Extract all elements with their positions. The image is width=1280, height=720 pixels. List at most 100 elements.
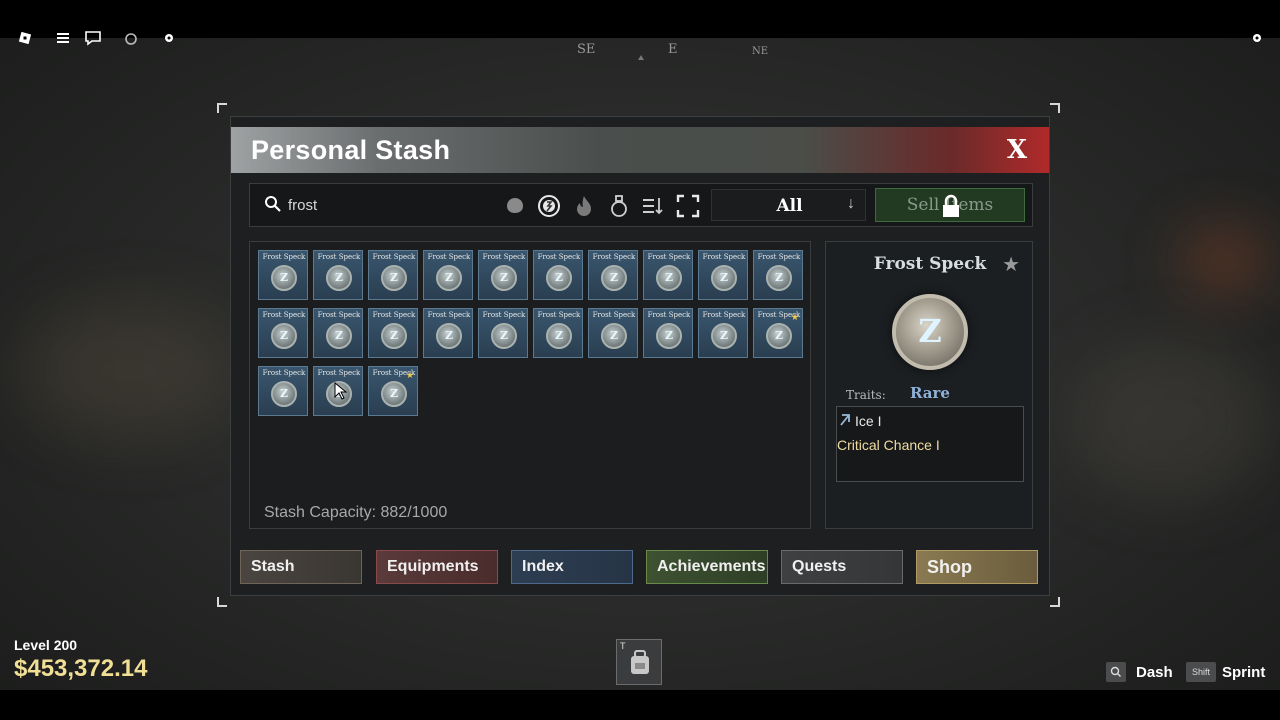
tab-quests[interactable]: Quests (781, 550, 903, 584)
rarity-filter-select[interactable]: All ↓ (711, 189, 866, 221)
hotbar-key: T (620, 641, 626, 651)
stash-slot[interactable]: Frost Speck (643, 250, 693, 300)
favorite-star-icon: ★ (790, 312, 799, 322)
mouse-cursor-icon (334, 382, 348, 400)
frost-speck-icon (326, 323, 352, 349)
stash-slot[interactable]: Frost Speck (313, 308, 363, 358)
letterbox-bottom (0, 690, 1280, 720)
stash-slot[interactable]: Frost Speck (643, 308, 693, 358)
menu-icon[interactable] (54, 30, 72, 48)
stash-slot[interactable]: Frost Speck (533, 308, 583, 358)
fire-filter-icon[interactable] (571, 193, 597, 219)
scene-background (1070, 340, 1270, 500)
trait-ice: Ice I (855, 413, 882, 429)
frost-speck-icon (546, 265, 572, 291)
frost-speck-icon (271, 265, 297, 291)
frost-speck-icon (656, 265, 682, 291)
stash-slot[interactable]: Frost Speck (313, 250, 363, 300)
window-corner (1050, 103, 1060, 113)
stash-slot[interactable]: Frost Speck (423, 308, 473, 358)
frost-speck-icon (436, 265, 462, 291)
compass: SE E NE (540, 38, 768, 64)
compass-se: SE (577, 42, 596, 57)
stash-grid: Frost Speck Frost Speck Frost Speck Frost S… (249, 241, 811, 529)
slot-item-name: Frost Speck (262, 369, 306, 377)
stash-slot[interactable]: Frost Speck (478, 250, 528, 300)
window-corner (217, 597, 227, 607)
hotbar-slot[interactable]: T (616, 639, 662, 685)
slot-item-name: Frost Speck (482, 311, 526, 319)
frost-speck-icon (546, 323, 572, 349)
sprint-label: Sprint (1222, 664, 1266, 681)
stash-slot[interactable]: Frost Speck★ (368, 366, 418, 416)
close-button[interactable]: X (1007, 135, 1027, 165)
stash-slot[interactable]: Frost Speck★ (753, 308, 803, 358)
slot-item-name: Frost Speck (262, 311, 306, 319)
frost-speck-icon (326, 265, 352, 291)
slot-item-name: Frost Speck (537, 311, 581, 319)
traits-box: Ice I Critical Chance I (836, 406, 1024, 482)
sell-items-button[interactable]: Sell Items (875, 188, 1025, 222)
stash-slot[interactable]: Frost Speck (698, 308, 748, 358)
favorite-star-icon: ★ (405, 370, 414, 380)
tab-achievements[interactable]: Achievements (646, 550, 768, 584)
tab-equipments[interactable]: Equipments (376, 550, 498, 584)
slot-item-name: Frost Speck (702, 311, 746, 319)
settings-icon[interactable] (1248, 30, 1266, 48)
stash-slot[interactable]: Frost Speck (258, 250, 308, 300)
slot-item-name: Frost Speck (702, 253, 746, 261)
chat-icon[interactable] (84, 30, 102, 48)
backpack-icon[interactable] (122, 30, 140, 48)
sort-icon[interactable] (640, 193, 666, 219)
frost-speck-icon (601, 265, 627, 291)
frost-speck-icon (766, 265, 792, 291)
tab-index[interactable]: Index (511, 550, 633, 584)
slot-item-name: Frost Speck (427, 311, 471, 319)
slot-item-name: Frost Speck (592, 311, 636, 319)
tab-shop[interactable]: Shop (916, 550, 1038, 584)
frost-speck-icon (711, 265, 737, 291)
blob-filter-icon[interactable] (502, 193, 528, 219)
stash-slot[interactable]: Frost Speck (753, 250, 803, 300)
stash-slot[interactable]: Frost Speck (368, 308, 418, 358)
frost-speck-icon (381, 381, 407, 407)
compass-e: E (668, 42, 678, 57)
stash-slot[interactable]: Frost Speck (258, 366, 308, 416)
compass-ne: NE (752, 46, 769, 57)
stash-slot[interactable]: Frost Speck (368, 250, 418, 300)
slot-item-name: Frost Speck (592, 253, 636, 261)
frost-speck-icon (491, 265, 517, 291)
frost-speck-icon (271, 323, 297, 349)
roblox-icon[interactable] (16, 30, 34, 48)
frost-speck-icon (381, 323, 407, 349)
stash-slot[interactable]: Frost Speck (258, 308, 308, 358)
player-money: $453,372.14 (14, 655, 148, 682)
frost-speck-icon (601, 323, 627, 349)
ice-trait-icon (840, 414, 850, 426)
stash-slot[interactable]: Frost Speck (533, 250, 583, 300)
item-rarity: Rare (910, 384, 950, 402)
coin-filter-icon[interactable] (536, 193, 562, 219)
stash-slot[interactable]: Frost Speck (698, 250, 748, 300)
stash-slot[interactable]: Frost Speck (588, 308, 638, 358)
frost-speck-icon (436, 323, 462, 349)
settings-icon[interactable] (160, 30, 178, 48)
stash-slot[interactable]: Frost Speck (423, 250, 473, 300)
potion-filter-icon[interactable] (606, 193, 632, 219)
expand-icon[interactable] (675, 193, 701, 219)
personal-stash-window: Personal Stash X frost All ↓ Sell Items … (230, 116, 1050, 596)
stash-slot[interactable]: Frost Speck (588, 250, 638, 300)
slot-item-name: Frost Speck (757, 253, 801, 261)
arrow-down-icon: ↓ (847, 195, 855, 212)
dash-label: Dash (1136, 664, 1173, 681)
search-input[interactable] (288, 192, 488, 218)
frost-speck-icon: Z (892, 294, 968, 370)
favorite-star-icon[interactable]: ★ (1002, 252, 1020, 277)
trait-critical-chance: Critical Chance I (837, 437, 940, 453)
filter-select-value: All (776, 196, 803, 216)
scene-background (20, 300, 240, 440)
tab-stash[interactable]: Stash (240, 550, 362, 584)
lock-icon (943, 194, 959, 217)
search-icon (265, 196, 281, 212)
stash-slot[interactable]: Frost Speck (478, 308, 528, 358)
